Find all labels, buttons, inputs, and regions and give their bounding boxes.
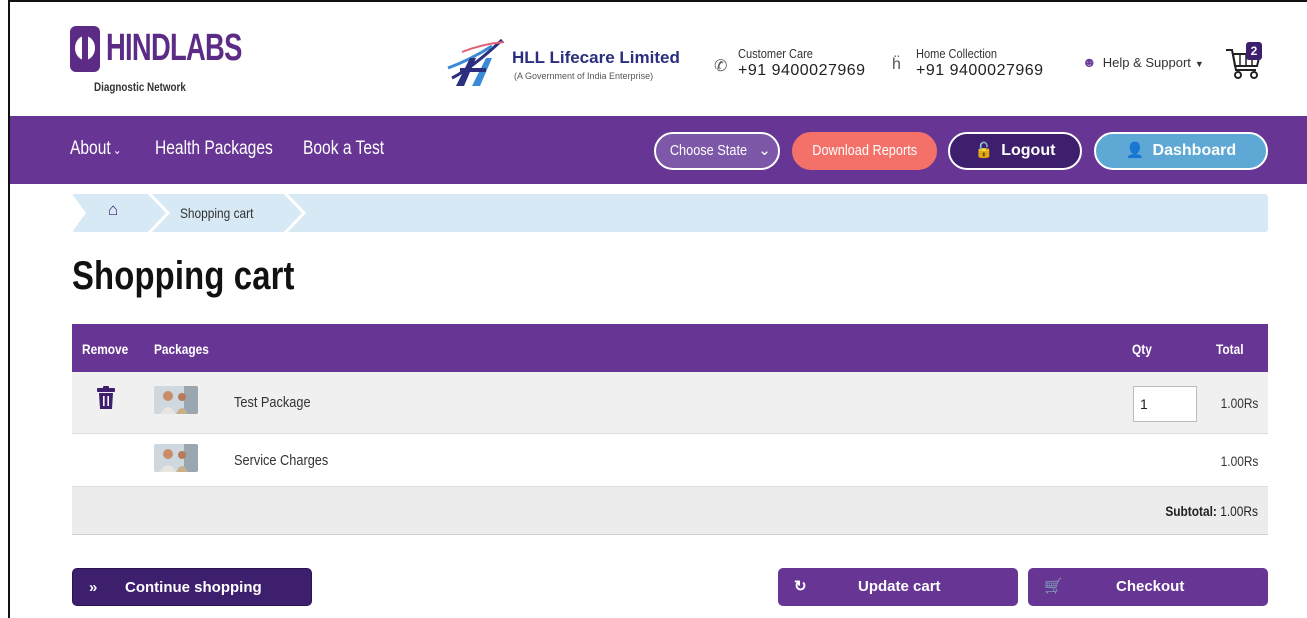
subtotal-value: 1.00Rs — [1220, 503, 1258, 519]
home-collection-label: Home Collection — [916, 46, 998, 61]
home-collection[interactable]: ḧ Home Collection +91 9400027969 — [892, 46, 1072, 96]
subtotal-row: Subtotal: 1.00Rs — [72, 487, 1268, 535]
user-icon: 👤 — [1125, 142, 1145, 159]
choose-state-label: Choose State — [669, 142, 748, 159]
header-total: Total — [1216, 341, 1244, 357]
trash-icon[interactable] — [96, 386, 116, 410]
hll-logo: HLL Lifecare Limited (A Government of In… — [442, 38, 692, 94]
continue-shopping-label: Continue shopping — [125, 579, 262, 596]
main-nav: About ⌄ Health Packages Book a Test Choos… — [10, 116, 1307, 184]
table-header: Remove Packages Qty Total — [72, 324, 1268, 372]
package-thumbnail — [154, 444, 198, 472]
subtotal: Subtotal: 1.00Rs — [1165, 503, 1258, 519]
cart-table: Remove Packages Qty Total Test Package 1… — [72, 324, 1268, 535]
logo-name: HINDLABS — [106, 27, 242, 69]
hll-logo-mark — [447, 38, 504, 86]
table-row: Service Charges 1.00Rs — [72, 434, 1268, 487]
logo-tagline: Diagnostic Network — [94, 80, 186, 94]
cart-count-badge: 2 — [1246, 42, 1262, 60]
download-reports-button[interactable]: Download Reports — [792, 132, 937, 170]
customer-care-number: +91 9400027969 — [738, 62, 866, 79]
refresh-icon: ↻ — [794, 578, 807, 595]
chevron-down-icon: ⌄ — [113, 143, 122, 157]
breadcrumb: ⌂ Shopping cart — [72, 194, 1268, 232]
customer-care-label: Customer Care — [738, 46, 813, 61]
unlock-icon: 🔓 — [974, 142, 994, 159]
table-row: Test Package 1.00Rs — [72, 372, 1268, 434]
page-title: Shopping cart — [72, 254, 295, 298]
header-qty: Qty — [1132, 341, 1152, 357]
header-packages: Packages — [154, 341, 209, 357]
help-support-dropdown[interactable]: ☻ Help & Support ▼ — [1082, 54, 1204, 70]
caret-down-icon: ▼ — [1194, 59, 1204, 69]
download-reports-label: Download Reports — [812, 142, 917, 159]
logout-button[interactable]: 🔓 Logout — [948, 132, 1082, 170]
header-remove: Remove — [82, 341, 129, 357]
update-cart-label: Update cart — [858, 578, 941, 595]
breadcrumb-notch — [72, 194, 86, 232]
hll-title: HLL Lifecare Limited — [512, 48, 680, 67]
phone-icon: ✆ — [714, 58, 728, 75]
nav-health-packages[interactable]: Health Packages — [155, 138, 273, 160]
nav-about-label: About — [70, 138, 111, 159]
update-cart-button[interactable]: ↻ Update cart — [778, 568, 1018, 606]
logout-label: Logout — [1001, 142, 1056, 159]
breadcrumb-separator — [283, 194, 306, 232]
continue-shopping-button[interactable]: » Continue shopping — [72, 568, 312, 606]
checkout-button[interactable]: 🛒 Checkout — [1028, 568, 1268, 606]
package-name[interactable]: Test Package — [234, 394, 311, 411]
row-total: 1.00Rs — [1220, 395, 1258, 411]
hindlabs-logo-mark — [70, 26, 100, 72]
home-icon[interactable]: ⌂ — [108, 200, 118, 220]
dashboard-button[interactable]: 👤 Dashboard — [1094, 132, 1268, 170]
chevron-down-icon: ⌄ — [754, 142, 771, 159]
syringe-icon: ḧ — [892, 56, 901, 73]
cart-icon: 🛒 — [1044, 578, 1063, 595]
dashboard-label: Dashboard — [1152, 142, 1237, 159]
row-total: 1.00Rs — [1220, 453, 1258, 469]
page-frame: HINDLABS Diagnostic Network HLL Lifecare… — [8, 0, 1307, 618]
hindlabs-logo[interactable]: HINDLABS Diagnostic Network — [70, 22, 242, 102]
nav-book-test[interactable]: Book a Test — [303, 138, 384, 160]
checkout-label: Checkout — [1116, 578, 1185, 595]
nav-about[interactable]: About ⌄ — [70, 138, 121, 160]
customer-care[interactable]: ✆ Customer Care +91 9400027969 — [714, 46, 884, 96]
top-header: HINDLABS Diagnostic Network HLL Lifecare… — [10, 2, 1307, 116]
package-thumbnail — [154, 386, 198, 414]
subtotal-label: Subtotal: — [1165, 503, 1217, 519]
quantity-input[interactable] — [1133, 386, 1197, 422]
user-icon: ☻ — [1082, 54, 1097, 70]
choose-state-button[interactable]: Choose State ⌄ — [654, 132, 780, 170]
breadcrumb-separator — [147, 194, 170, 232]
double-chevron-right-icon: » — [89, 579, 98, 596]
home-collection-number: +91 9400027969 — [916, 62, 1044, 79]
help-support-label: Help & Support — [1102, 55, 1191, 70]
hll-subtitle: (A Government of India Enterprise) — [514, 71, 654, 81]
package-name[interactable]: Service Charges — [234, 452, 328, 469]
breadcrumb-current: Shopping cart — [180, 205, 254, 221]
